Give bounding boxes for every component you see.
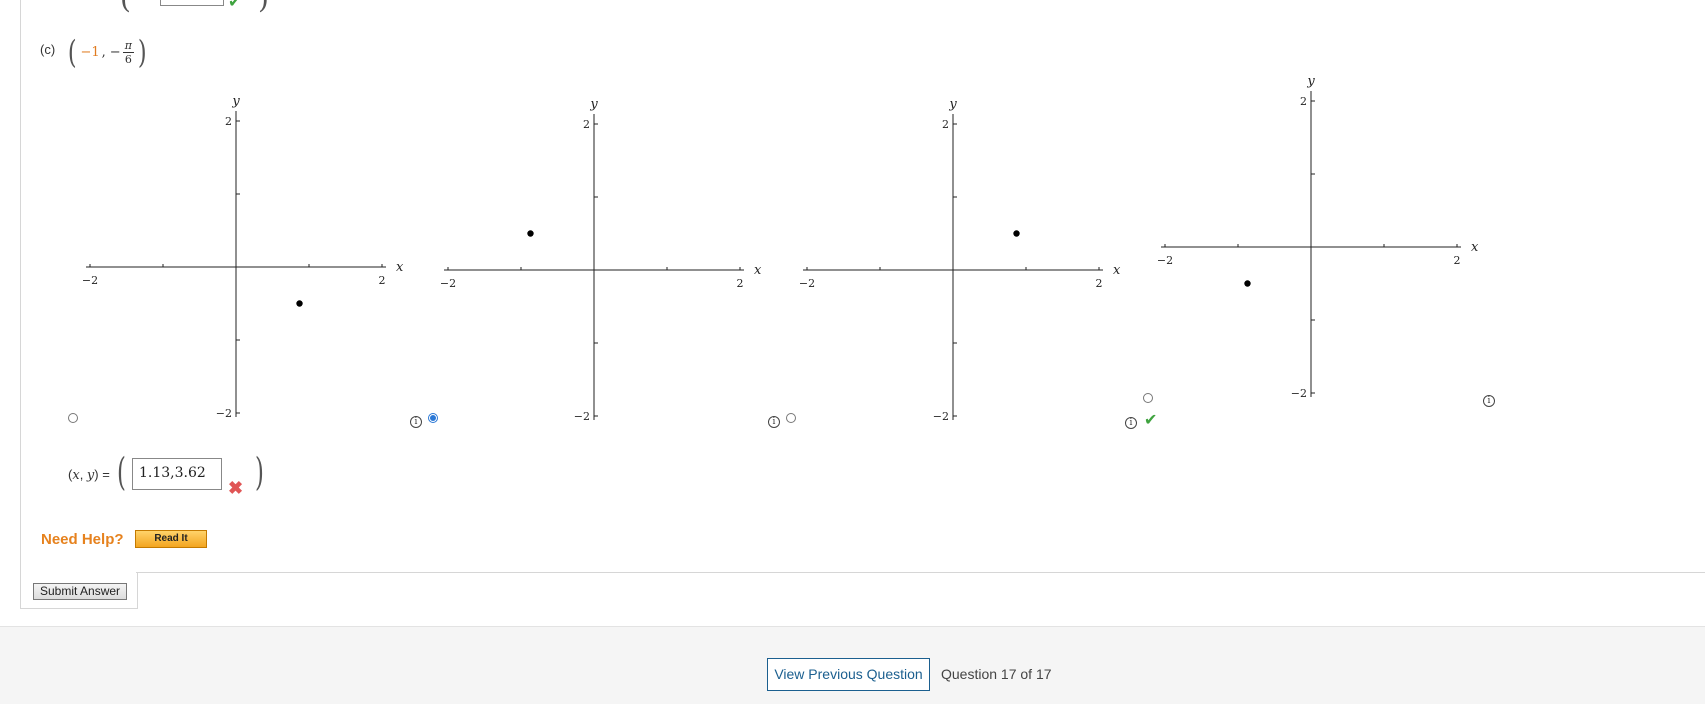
option-b-x-tick-label-max: 2 [737,277,744,290]
theta-denominator: 6 [124,52,132,66]
graphs-svg: −2 2 2 −2 x y −2 2 2 −2 x y −2 2 2 −2 x y −2 2 2 −2 x y [82,74,1479,423]
option-b-y-axis-label: y [589,97,598,112]
option-c-y-tick-label-min: −2 [933,410,949,423]
option-b-radio[interactable] [428,413,438,423]
previous-answer-field[interactable] [160,0,224,6]
option-a-y-tick-label-min: −2 [216,407,232,420]
coord-separator: , [101,44,106,60]
option-c-x-tick-label-min: −2 [799,277,815,290]
answer-input[interactable]: 1.13,3.62 [132,458,222,490]
check-icon: ✔ [228,0,242,11]
option-b-x-tick-label-min: −2 [440,277,456,290]
prev-close-paren: ) [258,0,269,15]
option-a-y-axis-label: y [231,94,240,109]
prev-open-paren: ( [120,0,131,15]
option-b-x-axis-label: x [754,263,762,278]
option-a-x-axis-label: x [396,260,404,275]
answer-label-close: ) = [94,467,110,482]
option-c-radio[interactable] [786,413,796,423]
option-c-point [1013,230,1020,237]
close-paren: ) [137,33,147,71]
submit-answer-button[interactable]: Submit Answer [33,583,128,600]
option-c-y-axis-label: y [948,97,957,112]
option-d-radio[interactable] [1143,393,1153,403]
option-d-x-tick-label-max: 2 [1454,254,1461,267]
view-previous-question-button[interactable]: View Previous Question [767,658,930,691]
check-icon: ✔ [1144,412,1158,429]
polar-coordinate: ( −1 , − π 6 ) [66,32,148,72]
option-d-y-tick-label-max: 2 [1300,95,1307,108]
answer-close-paren: ) [254,450,264,494]
option-b-y-tick-label-min: −2 [574,410,590,423]
option-d-x-tick-label-min: −2 [1157,254,1173,267]
info-icon[interactable]: i [768,416,780,428]
answer-open-paren: ( [116,450,126,494]
answer-label: (x, y) = [68,467,110,483]
need-help-label: Need Help? [41,531,124,548]
option-a-x-tick-label-min: −2 [82,274,98,287]
info-icon[interactable]: i [1483,395,1495,407]
theta-numerator: π [122,38,134,53]
option-c-x-tick-label-max: 2 [1096,277,1103,290]
read-it-button[interactable]: Read It [135,530,207,548]
divider [136,572,1705,573]
option-c-y-tick-label-max: 2 [942,118,949,131]
option-c-x-axis-label: x [1113,263,1121,278]
question-counter: Question 17 of 17 [941,666,1052,682]
x-mark-icon: ✖ [228,478,244,498]
option-b-point [527,230,534,237]
theta-minus: − [109,44,121,60]
option-d-y-tick-label-min: −2 [1291,387,1307,400]
option-d-point [1244,280,1251,287]
info-icon[interactable]: i [410,416,422,428]
theta-fraction: π 6 [122,38,134,66]
answer-label-comma: , [79,467,87,482]
option-d-y-axis-label: y [1306,74,1315,89]
info-icon[interactable]: i [1125,417,1137,429]
option-a-point [296,300,303,307]
part-label: (c) [40,42,56,57]
polar-r: −1 [80,44,100,60]
option-a-x-tick-label-max: 2 [379,274,386,287]
open-paren: ( [67,33,77,71]
answer-label-x: x [72,468,80,483]
option-a-radio[interactable] [68,413,78,423]
question-left-border [20,0,21,608]
option-a-y-tick-label-max: 2 [225,115,232,128]
option-d-x-axis-label: x [1471,240,1479,255]
option-b-y-tick-label-max: 2 [583,118,590,131]
